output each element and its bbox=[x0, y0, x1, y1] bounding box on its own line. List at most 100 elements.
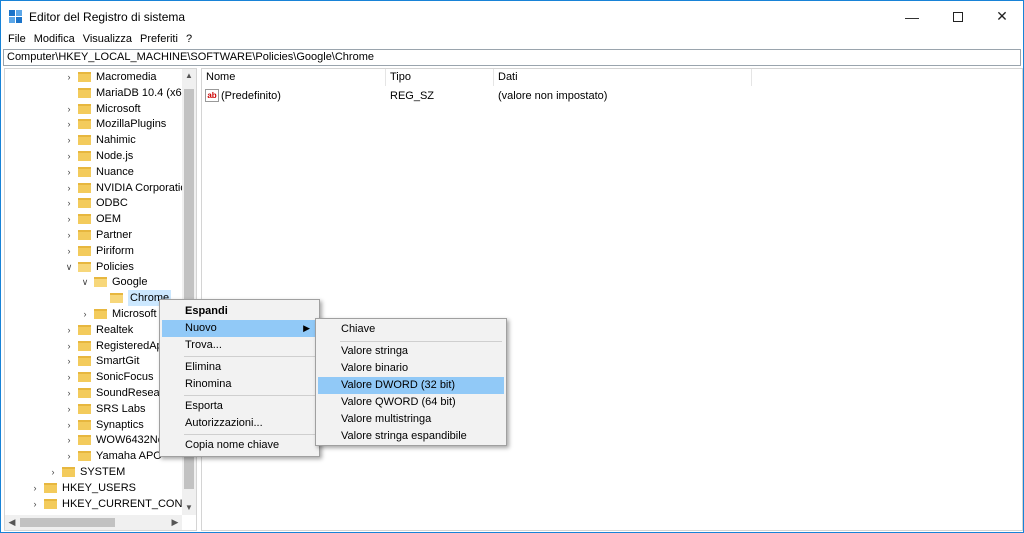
chevron-right-icon[interactable]: › bbox=[63, 211, 75, 227]
tree-item[interactable]: › Node.js bbox=[63, 148, 134, 164]
tree-item[interactable]: › SRS Labs bbox=[63, 401, 146, 417]
menu-file[interactable]: File bbox=[8, 32, 26, 48]
chevron-right-icon[interactable]: › bbox=[63, 101, 75, 117]
tree-item[interactable]: › NVIDIA Corporatio bbox=[63, 180, 187, 196]
tree-item[interactable]: MariaDB 10.4 (x64) bbox=[63, 85, 191, 101]
menu-item-export[interactable]: Esporta bbox=[162, 398, 317, 415]
tree-item[interactable]: › Partner bbox=[63, 227, 133, 243]
chevron-right-icon[interactable]: › bbox=[63, 69, 75, 85]
close-button[interactable]: ✕ bbox=[979, 1, 1023, 32]
chevron-right-icon[interactable]: › bbox=[63, 369, 75, 385]
tree-item[interactable]: › HKEY_USERS bbox=[29, 480, 136, 496]
chevron-right-icon[interactable]: › bbox=[29, 496, 41, 512]
chevron-right-icon[interactable]: › bbox=[63, 227, 75, 243]
menu-item-find[interactable]: Trova... bbox=[162, 337, 317, 354]
tree-item[interactable]: ∨ Google bbox=[79, 274, 148, 290]
tree-item[interactable]: › SonicFocus bbox=[63, 369, 154, 385]
menu-help[interactable]: ? bbox=[186, 32, 192, 48]
maximize-icon bbox=[953, 11, 963, 22]
chevron-right-icon[interactable]: › bbox=[63, 448, 75, 464]
chevron-right-icon[interactable]: › bbox=[47, 464, 59, 480]
tree-item[interactable]: › Yamaha APO bbox=[63, 448, 162, 464]
chevron-right-icon[interactable]: › bbox=[63, 132, 75, 148]
minimize-button[interactable]: — bbox=[889, 1, 935, 32]
chevron-right-icon[interactable]: › bbox=[63, 164, 75, 180]
value-row[interactable]: ab (Predefinito) REG_SZ (valore non impo… bbox=[202, 87, 1022, 105]
folder-icon bbox=[78, 245, 91, 256]
tree-item[interactable]: › Nuance bbox=[63, 164, 134, 180]
chevron-down-icon[interactable]: ∨ bbox=[63, 259, 75, 275]
chevron-right-icon[interactable]: › bbox=[63, 417, 75, 433]
menu-item-expand[interactable]: Espandi bbox=[162, 303, 317, 320]
chevron-right-icon[interactable]: › bbox=[63, 148, 75, 164]
chevron-right-icon[interactable]: › bbox=[29, 480, 41, 496]
column-type[interactable]: Tipo bbox=[386, 69, 494, 86]
tree-item[interactable]: › SmartGit bbox=[63, 353, 140, 369]
chevron-right-icon[interactable]: › bbox=[63, 243, 75, 259]
tree-item[interactable]: › Synaptics bbox=[63, 417, 144, 433]
chevron-right-icon[interactable]: › bbox=[79, 306, 91, 322]
folder-icon bbox=[78, 119, 91, 130]
submenu-item-qword-value[interactable]: Valore QWORD (64 bit) bbox=[318, 394, 504, 411]
submenu-item-key[interactable]: Chiave bbox=[318, 321, 504, 338]
tree-item[interactable]: › Piriform bbox=[63, 243, 134, 259]
folder-icon bbox=[78, 372, 91, 383]
folder-icon bbox=[44, 498, 57, 509]
tree-item-label: SRS Labs bbox=[96, 402, 146, 415]
menu-item-copy-key-name[interactable]: Copia nome chiave bbox=[162, 437, 317, 454]
menu-edit[interactable]: Modifica bbox=[34, 32, 75, 48]
tree-item[interactable]: › OEM bbox=[63, 211, 122, 227]
tree-item[interactable]: › Realtek bbox=[63, 322, 134, 338]
chevron-right-icon[interactable]: › bbox=[63, 432, 75, 448]
submenu-item-dword-value[interactable]: Valore DWORD (32 bit) bbox=[318, 377, 504, 394]
folder-icon bbox=[94, 277, 107, 288]
tree-horizontal-scrollbar[interactable]: ◀ ▶ bbox=[5, 515, 182, 530]
chevron-right-icon[interactable]: › bbox=[63, 353, 75, 369]
chevron-right-icon[interactable]: › bbox=[63, 116, 75, 132]
menu-item-delete[interactable]: Elimina bbox=[162, 359, 317, 376]
tree-item-label: Partner bbox=[96, 229, 133, 241]
tree-item[interactable]: › WOW6432Noc bbox=[63, 432, 170, 448]
tree-horizontal-scroll-thumb[interactable] bbox=[20, 518, 115, 527]
chevron-right-icon[interactable]: › bbox=[63, 322, 75, 338]
tree-item[interactable]: › HKEY_CURRENT_CONFIG bbox=[29, 496, 197, 512]
tree-item[interactable]: › Microsoft bbox=[63, 101, 141, 117]
folder-icon bbox=[78, 340, 91, 351]
chevron-right-icon[interactable]: › bbox=[63, 385, 75, 401]
chevron-right-icon[interactable]: › bbox=[63, 195, 75, 211]
tree-item[interactable]: › Microsoft bbox=[79, 306, 157, 322]
chevron-right-icon[interactable]: › bbox=[63, 401, 75, 417]
scroll-left-icon[interactable]: ◀ bbox=[5, 515, 19, 530]
submenu-item-binary-value[interactable]: Valore binario bbox=[318, 360, 504, 377]
tree-item[interactable]: › Nahimic bbox=[63, 132, 136, 148]
column-name[interactable]: Nome bbox=[202, 69, 386, 86]
tree-item-label: HKEY_USERS bbox=[62, 481, 136, 494]
menu-item-new-label: Nuovo bbox=[185, 322, 217, 334]
chevron-right-icon[interactable]: › bbox=[63, 180, 75, 196]
submenu-item-string-value[interactable]: Valore stringa bbox=[318, 343, 504, 360]
regedit-app-icon bbox=[9, 10, 23, 24]
scroll-down-icon[interactable]: ▼ bbox=[182, 501, 196, 515]
menu-favorites[interactable]: Preferiti bbox=[140, 32, 178, 48]
submenu-item-multistring-value[interactable]: Valore multistringa bbox=[318, 411, 504, 428]
scroll-right-icon[interactable]: ▶ bbox=[168, 515, 182, 530]
scroll-up-icon[interactable]: ▲ bbox=[182, 69, 196, 83]
menu-item-permissions[interactable]: Autorizzazioni... bbox=[162, 415, 317, 432]
tree-item-label: Piriform bbox=[96, 244, 134, 257]
menu-separator bbox=[184, 395, 315, 396]
menu-item-rename[interactable]: Rinomina bbox=[162, 376, 317, 393]
tree-item[interactable]: › ODBC bbox=[63, 195, 128, 211]
address-bar[interactable]: Computer\HKEY_LOCAL_MACHINE\SOFTWARE\Pol… bbox=[3, 49, 1021, 66]
tree-item[interactable]: › MozillaPlugins bbox=[63, 116, 167, 132]
menu-item-new[interactable]: Nuovo ▶ bbox=[162, 320, 317, 337]
tree-item[interactable]: › RegisteredApp bbox=[63, 338, 169, 354]
tree-item[interactable]: › Macromedia bbox=[63, 69, 157, 85]
submenu-item-expandable-string-value[interactable]: Valore stringa espandibile bbox=[318, 428, 504, 445]
column-data[interactable]: Dati bbox=[494, 69, 752, 86]
chevron-down-icon[interactable]: ∨ bbox=[79, 274, 91, 290]
menu-view[interactable]: Visualizza bbox=[83, 32, 132, 48]
chevron-right-icon[interactable]: › bbox=[63, 338, 75, 354]
maximize-button[interactable] bbox=[935, 1, 981, 32]
tree-item[interactable]: ∨ Policies bbox=[63, 259, 134, 275]
tree-item[interactable]: › SYSTEM bbox=[47, 464, 126, 480]
